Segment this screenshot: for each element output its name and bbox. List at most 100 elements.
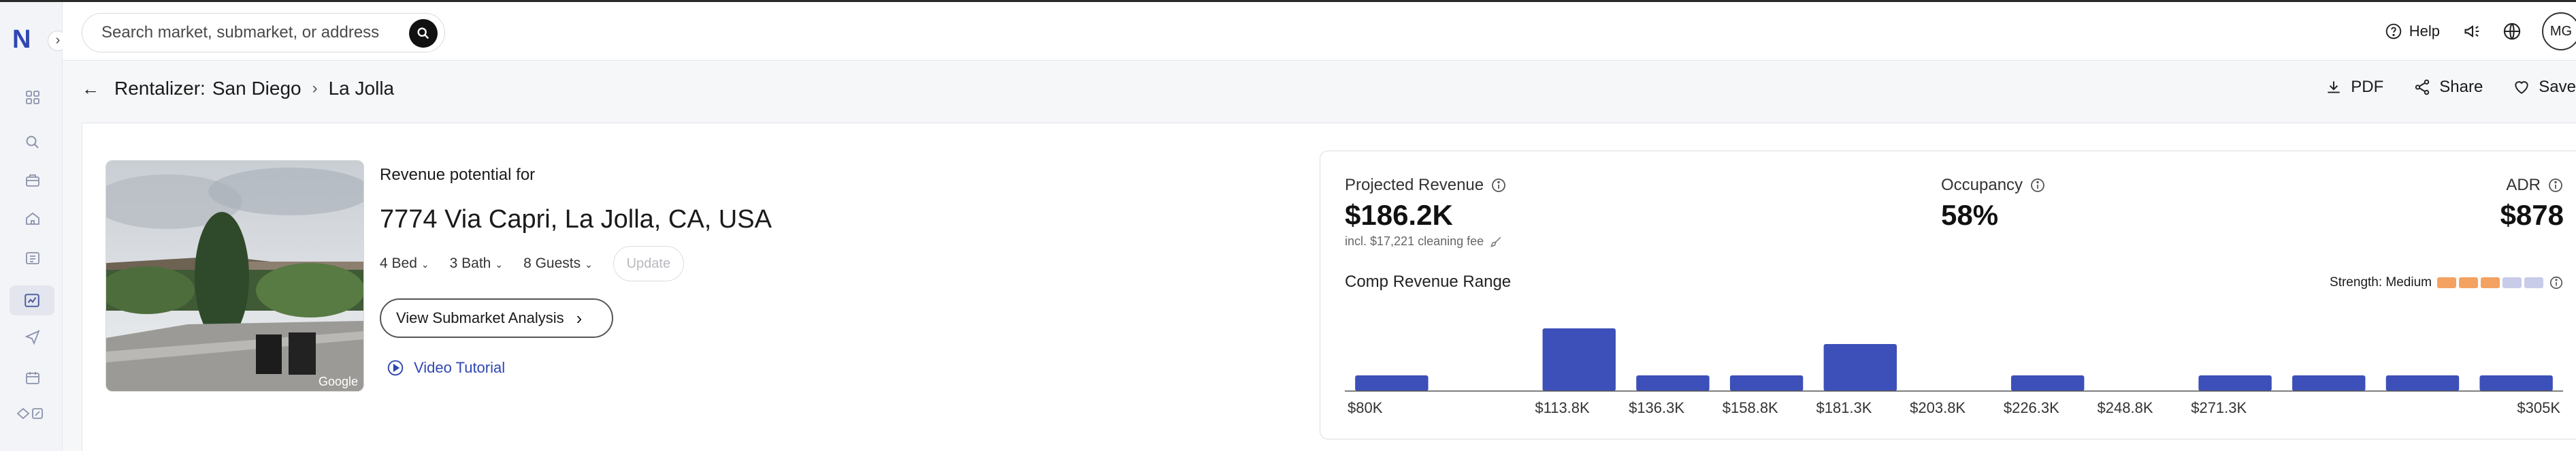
x-tick-label: $113.8K (1535, 399, 1590, 416)
save-label: Save (2539, 78, 2576, 96)
x-tick-label: $203.8K (1910, 399, 1966, 416)
x-tick-label: $158.8K (1723, 399, 1778, 416)
share-button[interactable]: Share (2413, 78, 2483, 97)
back-arrow-icon[interactable]: ← (82, 78, 99, 99)
info-icon[interactable] (1490, 177, 1507, 193)
histogram-bar[interactable] (2198, 375, 2272, 391)
strength-segment (2437, 277, 2456, 288)
portfolio-icon[interactable] (20, 246, 45, 270)
occupancy-label-text: Occupancy (1941, 176, 2023, 194)
search-icon[interactable] (20, 130, 45, 155)
video-tutorial-label: Video Tutorial (414, 359, 506, 376)
strength-segment (2481, 277, 2500, 288)
strength-segment (2459, 277, 2478, 288)
bath-value: 3 Bath (449, 255, 491, 271)
comp-revenue-chart: $80K $113.8K $136.3K $158.8K $181.3K $203.8K $… (1345, 328, 2563, 416)
occupancy-value: 58% (1941, 199, 1999, 231)
chevron-down-icon: ⌄ (495, 259, 504, 270)
breadcrumb-market[interactable]: San Diego (212, 78, 301, 99)
occupancy-label: Occupancy (1941, 176, 2046, 195)
projected-revenue-label: Projected Revenue (1345, 176, 1507, 195)
histogram-bar[interactable] (1355, 375, 1429, 391)
help-button[interactable]: Help (2385, 22, 2440, 40)
chevron-right-icon: › (576, 307, 583, 328)
search-button[interactable] (409, 19, 438, 48)
x-tick-label: $136.3K (1629, 399, 1684, 416)
share-icon (2415, 79, 2430, 95)
cleaning-fee-note: incl. $17,221 cleaning fee (1345, 234, 1503, 249)
histogram-bar[interactable] (2479, 375, 2553, 391)
info-icon[interactable] (2549, 275, 2564, 290)
histogram-bar[interactable] (2010, 375, 2085, 391)
chevron-down-icon: ⌄ (421, 259, 429, 270)
download-icon (2328, 81, 2340, 93)
projected-revenue-value: $186.2K (1345, 199, 1453, 231)
projected-revenue-label-text: Projected Revenue (1345, 176, 1484, 194)
pdf-button[interactable]: PDF (2325, 78, 2383, 97)
histogram-bar[interactable] (1729, 375, 1804, 391)
submarket-button-label: View Submarket Analysis (396, 309, 564, 326)
histogram-bar[interactable] (2385, 375, 2460, 391)
eye-icon[interactable] (15, 401, 48, 426)
help-label: Help (2409, 22, 2440, 40)
x-tick-label: $305K (2517, 399, 2560, 416)
sub-header: ← Rentalizer: San Diego › La Jolla PDF S… (82, 68, 2576, 116)
x-tick-label: $271.3K (2191, 399, 2247, 416)
search-input[interactable] (82, 14, 409, 52)
home-icon[interactable] (20, 206, 45, 231)
histogram-bar[interactable] (1823, 344, 1897, 391)
share-label: Share (2439, 78, 2483, 96)
info-icon[interactable] (2547, 177, 2564, 193)
heart-icon (2515, 81, 2528, 94)
header-right: Help MG (2385, 2, 2576, 61)
histogram-bar[interactable] (1542, 328, 1616, 391)
bed-select[interactable]: 4 Bed ⌄ (380, 255, 429, 272)
update-button[interactable]: Update (613, 246, 684, 281)
chevron-down-icon: ⌄ (585, 259, 593, 270)
guests-select[interactable]: 8 Guests ⌄ (523, 255, 593, 272)
property-options: 4 Bed ⌄ 3 Bath ⌄ 8 Guests ⌄ Update (380, 246, 684, 281)
histogram-bar[interactable] (2292, 375, 2366, 391)
property-address: 7774 Via Capri, La Jolla, CA, USA (380, 205, 772, 234)
page-actions: PDF Share Save (2325, 78, 2576, 97)
histogram-bar[interactable] (1636, 375, 1710, 391)
street-view-image: Google (106, 161, 363, 391)
search-icon (417, 27, 429, 40)
strength-label: Strength: Medium (2330, 275, 2432, 290)
logo[interactable]: N (12, 26, 39, 53)
broom-icon (1490, 236, 1501, 247)
view-submarket-analysis-button[interactable]: View Submarket Analysis › (380, 298, 613, 338)
dashboard-icon[interactable] (20, 85, 45, 110)
video-tutorial-link[interactable]: Video Tutorial (387, 359, 505, 377)
revenue-potential-label: Revenue potential for (380, 166, 536, 184)
globe-icon[interactable] (2502, 22, 2522, 41)
breadcrumb-submarket[interactable]: La Jolla (329, 78, 395, 99)
briefcase-icon[interactable] (20, 168, 45, 193)
announcements-icon[interactable] (2463, 22, 2482, 41)
rentalizer-icon[interactable] (10, 285, 54, 315)
send-icon[interactable] (20, 325, 45, 349)
strength-bars (2437, 277, 2543, 288)
x-tick-label: $181.3K (1816, 399, 1872, 416)
x-tick-label: $248.8K (2098, 399, 2153, 416)
sidebar: N › (0, 2, 68, 451)
chevron-right-icon: › (312, 79, 318, 97)
help-icon (2385, 23, 2402, 40)
adr-label-text: ADR (2506, 176, 2541, 194)
calendar-icon[interactable] (20, 366, 45, 390)
save-button[interactable]: Save (2513, 78, 2576, 97)
bath-select[interactable]: 3 Bath ⌄ (450, 255, 503, 272)
guests-value: 8 Guests (523, 255, 581, 271)
search-bar (82, 13, 445, 52)
top-header: Help MG (63, 2, 2576, 61)
strength-indicator: Strength: Medium (2330, 275, 2564, 290)
strength-segment (2524, 277, 2543, 288)
info-icon[interactable] (2029, 177, 2046, 193)
adr-value: $878 (2500, 199, 2564, 231)
avatar[interactable]: MG (2542, 12, 2576, 50)
cleaning-fee-text: incl. $17,221 cleaning fee (1345, 234, 1484, 248)
main-panel: Google Revenue potential for 7774 Via Ca… (82, 123, 2576, 451)
x-tick-label: $80K (1348, 399, 1383, 416)
bed-value: 4 Bed (380, 255, 417, 271)
pdf-label: PDF (2351, 78, 2384, 96)
